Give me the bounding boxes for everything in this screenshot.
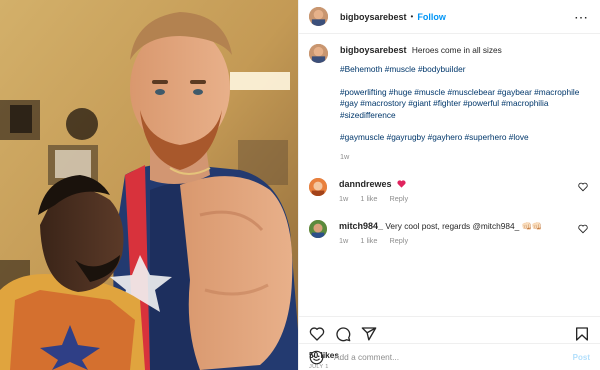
comment-likes[interactable]: 1 like [360, 236, 377, 245]
caption-time[interactable]: 1w [340, 152, 349, 161]
comment-body: Very cool post, regards @mitch984_ 👊🏻👊🏻 [385, 220, 543, 231]
comment-icon[interactable] [335, 326, 351, 342]
hashtag-line[interactable]: #gaymuscle #gayrugby #gayhero #superhero… [340, 132, 588, 144]
comment-username[interactable]: danndrewes [339, 179, 392, 189]
post-details-panel: bigboysarebest • Follow ⋯ bigboysarebest… [298, 0, 600, 370]
author-avatar[interactable] [309, 7, 328, 26]
comment-input[interactable] [334, 352, 573, 362]
red-heart-emoji-icon [397, 179, 406, 188]
hashtag-line[interactable]: #powerlifting #huge #muscle #musclebear … [340, 87, 588, 122]
commenter-avatar[interactable] [309, 177, 327, 196]
comments-list: bigboysarebest Heroes come in all sizes … [299, 34, 600, 316]
caption-username[interactable]: bigboysarebest [340, 45, 407, 55]
post-header: bigboysarebest • Follow ⋯ [299, 0, 600, 34]
heart-icon[interactable] [309, 326, 325, 342]
bookmark-icon[interactable] [574, 326, 590, 342]
hashtag-line[interactable]: #Behemoth #muscle #bodybuilder [340, 64, 588, 76]
caption-body: Heroes come in all sizes [411, 45, 502, 55]
more-options-icon[interactable]: ⋯ [574, 10, 588, 24]
instagram-post: bigboysarebest • Follow ⋯ bigboysarebest… [0, 0, 600, 370]
share-icon[interactable] [361, 326, 377, 342]
post-photo-illustration [0, 0, 298, 370]
caption-hashtags: #Behemoth #muscle #bodybuilder #powerlif… [340, 64, 588, 144]
caption: bigboysarebest Heroes come in all sizes … [309, 44, 588, 161]
follow-button[interactable]: Follow [417, 12, 446, 22]
like-comment-heart-icon[interactable] [578, 182, 588, 192]
comment-meta: 1w 1 like Reply [339, 194, 418, 203]
reply-button[interactable]: Reply [389, 194, 408, 203]
separator-dot: • [410, 12, 414, 21]
comment-text: mitch984_ Very cool post, regards @mitch… [339, 220, 542, 232]
post-image[interactable] [0, 0, 298, 370]
comment-time[interactable]: 1w [339, 236, 348, 245]
comment-username[interactable]: mitch984_ [339, 221, 383, 231]
comment-time[interactable]: 1w [339, 194, 348, 203]
commenter-avatar[interactable] [309, 219, 327, 238]
caption-author-avatar[interactable] [309, 44, 328, 63]
comment-item: mitch984_ Very cool post, regards @mitch… [309, 219, 588, 245]
reply-button[interactable]: Reply [389, 236, 408, 245]
add-comment-bar: Post [299, 343, 600, 370]
post-comment-button[interactable]: Post [573, 353, 590, 362]
like-comment-heart-icon[interactable] [578, 224, 588, 234]
author-username[interactable]: bigboysarebest [340, 12, 407, 22]
emoji-icon[interactable] [309, 350, 324, 365]
comment-likes[interactable]: 1 like [360, 194, 377, 203]
comment-text: danndrewes [339, 178, 418, 190]
caption-text: bigboysarebest Heroes come in all sizes [340, 44, 588, 56]
comment-meta: 1w 1 like Reply [339, 236, 542, 245]
comment-item: danndrewes 1w 1 like Reply [309, 177, 588, 203]
caption-meta: 1w [340, 152, 588, 161]
